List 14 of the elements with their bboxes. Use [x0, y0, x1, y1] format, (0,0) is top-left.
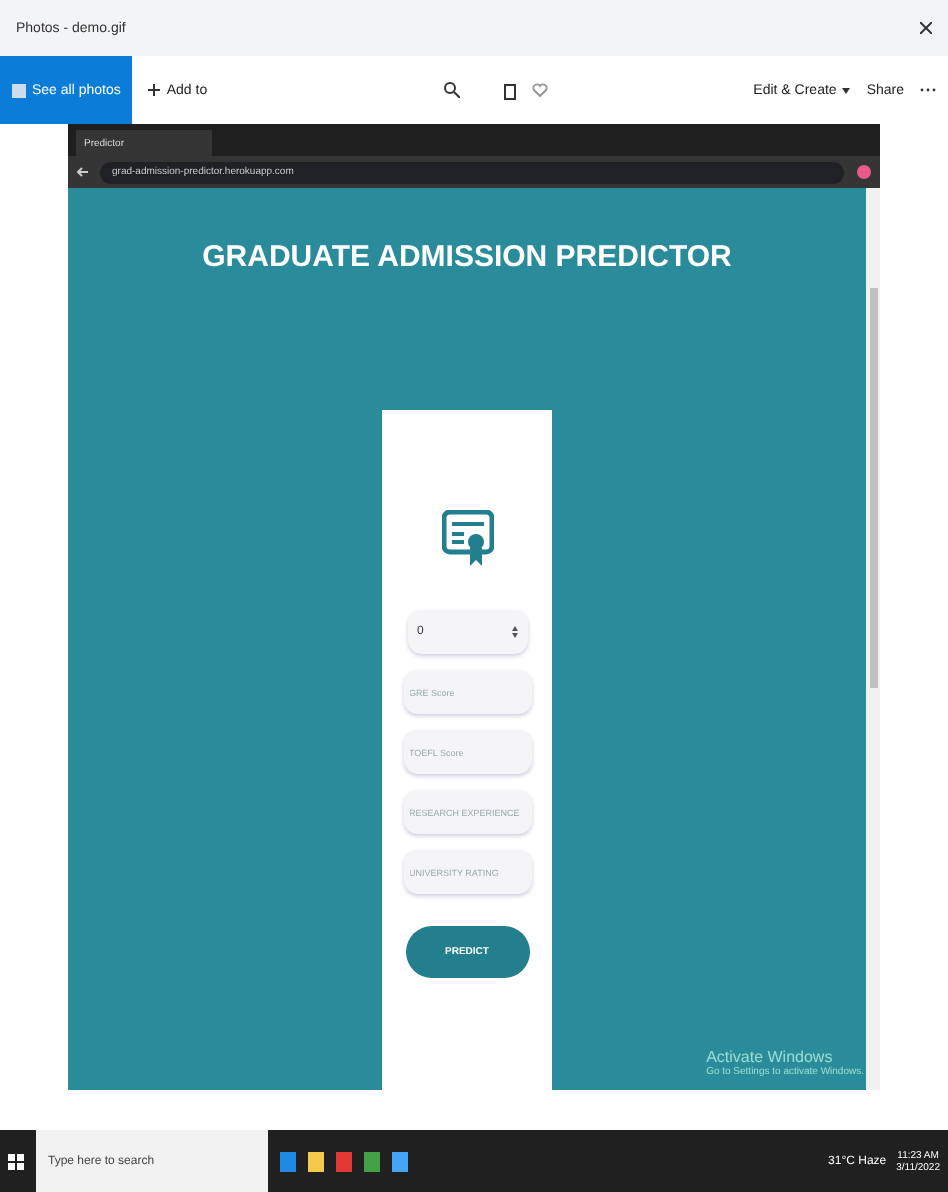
heart-icon[interactable] — [531, 82, 548, 98]
caret-icon — [842, 87, 851, 93]
scrollbar-thumb[interactable] — [869, 288, 877, 688]
windows-icon[interactable] — [8, 1153, 24, 1169]
zoom-in-icon[interactable] — [443, 82, 460, 98]
spinner-arrows-icon[interactable] — [511, 626, 517, 638]
activation-title: Activate Windows — [706, 1048, 835, 1066]
certificate-icon — [441, 510, 493, 570]
photo-icon — [12, 83, 26, 97]
profile-icon[interactable] — [856, 164, 872, 180]
page-heading: GRADUATE ADMISSION PREDICTOR — [202, 240, 732, 274]
close-icon[interactable] — [920, 22, 932, 34]
back-icon[interactable] — [76, 166, 88, 178]
plus-icon — [148, 84, 161, 96]
